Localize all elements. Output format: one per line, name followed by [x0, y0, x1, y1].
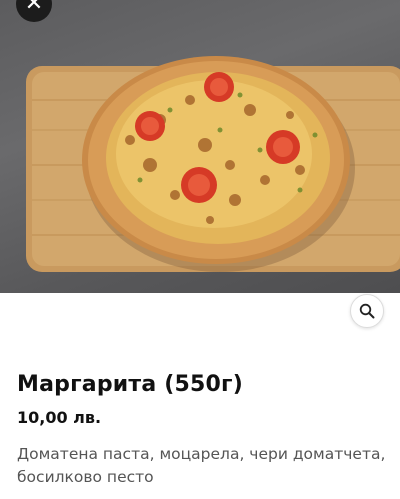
pizza-photo [26, 56, 400, 272]
product-price: 10,00 лв. [17, 408, 102, 427]
magnifier-icon [359, 303, 375, 319]
product-image [0, 0, 400, 293]
product-title: Маргарита (550г) [17, 372, 243, 397]
close-icon: ✕ [24, 0, 44, 16]
product-description: Доматена паста, моцарела, чери доматчета… [17, 445, 386, 486]
zoom-button[interactable] [350, 294, 384, 328]
